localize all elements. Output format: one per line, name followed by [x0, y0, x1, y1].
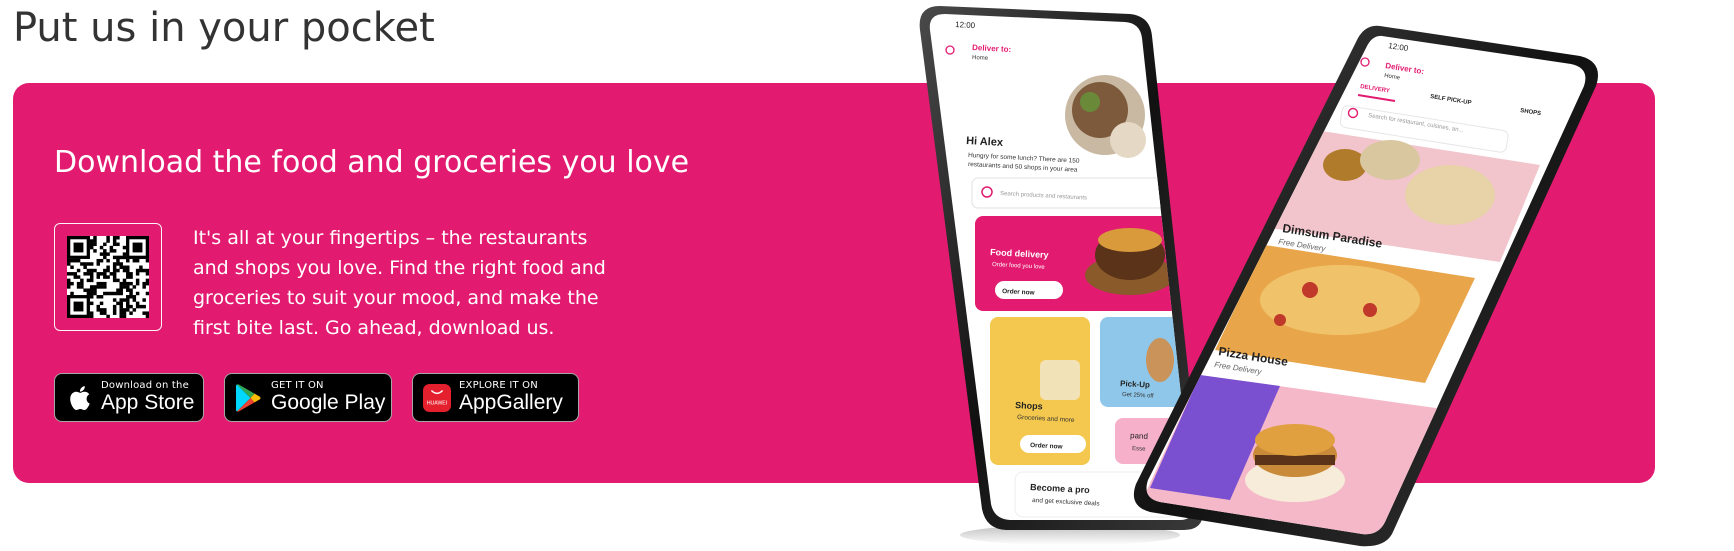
- left-phone-pandamart-sub: Esse: [1132, 446, 1146, 453]
- app-download-section: Put us in your pocket Download the food …: [0, 0, 1734, 551]
- phone-mockups-graphic: 12:00 Deliver to: Home Hi Alex Hungry fo…: [919, 6, 1598, 547]
- left-phone-greeting: Hi Alex: [966, 135, 1004, 149]
- left-phone-deliver-address: Home: [972, 55, 989, 62]
- phone-mockups: 12:00 Deliver to: Home Hi Alex Hungry fo…: [0, 0, 1734, 551]
- phone-right: 12:00 Deliver to: Home DELIVERY SELF PIC…: [1133, 25, 1598, 547]
- left-phone-time: 12:00: [955, 20, 976, 30]
- left-phone-shops-title: Shops: [1015, 400, 1043, 411]
- left-phone-pandamart-title: pand: [1130, 431, 1148, 441]
- left-phone-pickup-title: Pick-Up: [1120, 379, 1150, 390]
